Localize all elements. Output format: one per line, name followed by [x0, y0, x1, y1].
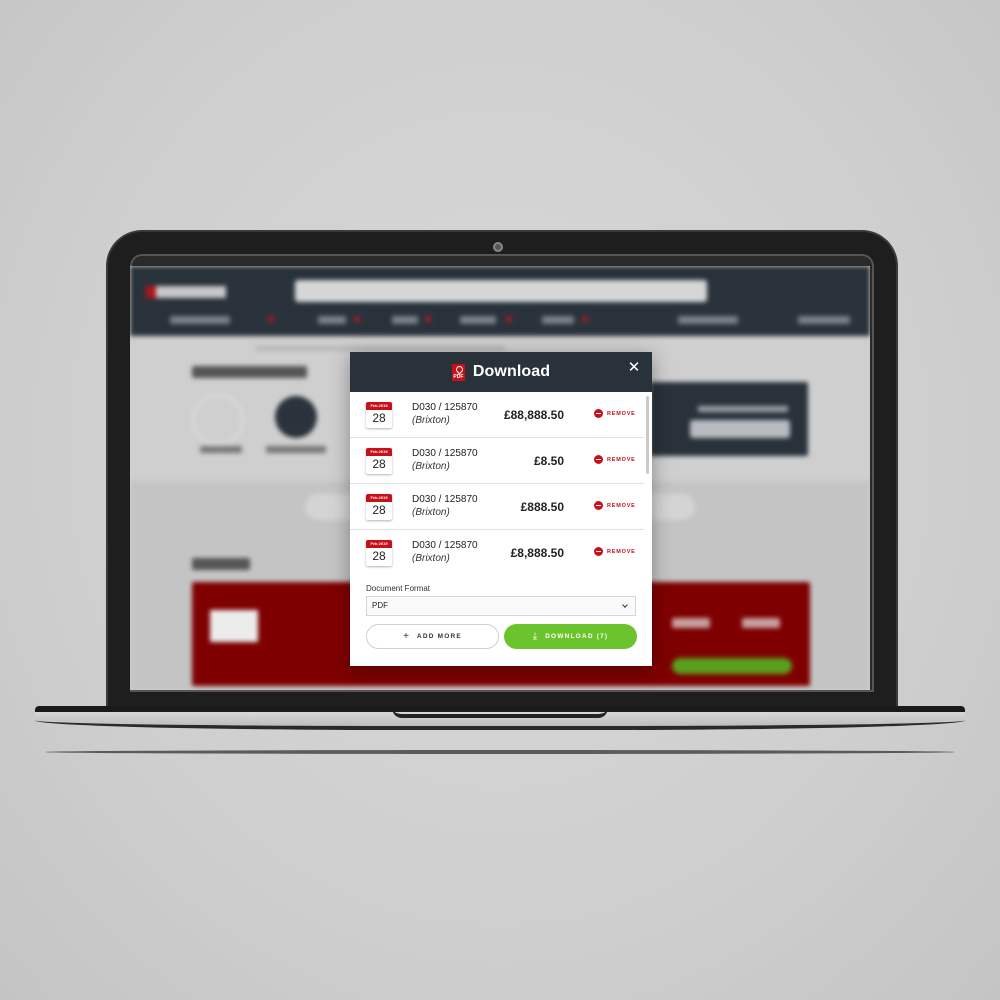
calendar-day: 28: [372, 457, 386, 471]
nav-chevron-icon: [582, 316, 588, 322]
overdue-value: [672, 618, 710, 628]
top-navigation-bar: [130, 266, 870, 336]
transactions-tab[interactable]: [275, 396, 317, 438]
laptop-shadow: [45, 750, 955, 754]
brand-logo: [146, 286, 226, 298]
minus-circle-icon: [594, 501, 603, 510]
document-list: Feb 2019 28 D030 / 125870 (Brixton) £88,…: [350, 392, 652, 572]
calendar-icon: Feb 2019 28: [366, 402, 392, 428]
document-amount: £88,888.50: [503, 408, 564, 422]
list-scrollbar[interactable]: [646, 396, 649, 474]
balance-label: [698, 406, 788, 412]
add-more-button[interactable]: + ADD MORE: [366, 624, 499, 649]
document-reference: D030 / 125870: [412, 540, 478, 551]
remaining-balance-card: [650, 382, 808, 456]
document-reference: D030 / 125870: [412, 402, 478, 413]
remove-button[interactable]: REMOVE: [594, 547, 636, 556]
calendar-month: Feb 2019: [366, 494, 392, 502]
calendar-day: 28: [372, 503, 386, 517]
calendar-icon: Feb 2019 28: [366, 494, 392, 520]
overview-tab[interactable]: [192, 394, 244, 446]
remove-button[interactable]: REMOVE: [594, 501, 636, 510]
nav-store[interactable]: [678, 316, 738, 324]
document-branch: (Brixton): [412, 415, 450, 426]
remove-label: REMOVE: [607, 456, 636, 463]
calendar-day: 28: [372, 411, 386, 425]
calendar-month: Feb 2019: [366, 448, 392, 456]
list-item: Feb 2019 28 D030 / 125870 (Brixton) £8.5…: [350, 438, 644, 484]
document-format-value: PDF: [372, 601, 388, 610]
nav-account[interactable]: [170, 316, 230, 324]
minus-circle-icon: [594, 455, 603, 464]
close-icon[interactable]: ✕: [626, 360, 642, 376]
nav-chevron-icon: [506, 316, 512, 322]
laptop-notch: [392, 708, 608, 718]
nav-chevron-icon: [268, 316, 274, 322]
camera-icon: [493, 242, 503, 252]
document-branch: (Brixton): [412, 507, 450, 518]
list-item: Feb 2019 28 D030 / 125870 (Brixton) £888…: [350, 484, 644, 530]
document-branch: (Brixton): [412, 461, 450, 472]
download-icon: ⤓: [532, 631, 538, 642]
remove-label: REMOVE: [607, 548, 636, 555]
pay-button[interactable]: [672, 658, 792, 674]
calendar-day: 28: [372, 549, 386, 563]
search-input[interactable]: [295, 280, 707, 302]
download-button[interactable]: ⤓ DOWNLOAD (7): [504, 624, 637, 649]
remove-label: REMOVE: [607, 502, 636, 509]
minus-circle-icon: [594, 547, 603, 556]
remove-button[interactable]: REMOVE: [594, 409, 636, 418]
nav-chevron-icon: [354, 316, 360, 322]
remove-label: REMOVE: [607, 410, 636, 417]
breadcrumb: [255, 346, 505, 351]
document-reference: D030 / 125870: [412, 494, 478, 505]
document-format-label: Document Format: [366, 584, 431, 593]
nav-basket[interactable]: [798, 316, 850, 324]
minus-circle-icon: [594, 409, 603, 418]
list-item: Feb 2019 28 D030 / 125870 (Brixton) £88,…: [350, 392, 644, 438]
calendar-icon: [210, 610, 258, 642]
tab-label: [200, 446, 242, 453]
document-reference: D030 / 125870: [412, 448, 478, 459]
add-more-label: ADD MORE: [416, 633, 462, 640]
nav-item[interactable]: [460, 316, 496, 324]
nav-item[interactable]: [318, 316, 346, 324]
plus-icon: +: [403, 631, 409, 642]
document-amount: £8,888.50: [510, 546, 564, 560]
nav-item[interactable]: [392, 316, 418, 324]
document-branch: (Brixton): [412, 553, 450, 564]
calendar-icon: Feb 2019 28: [366, 540, 392, 566]
modal-header: PDF Download ✕: [350, 352, 652, 392]
outstanding-value: [742, 618, 780, 628]
remove-button[interactable]: REMOVE: [594, 455, 636, 464]
nav-item[interactable]: [542, 316, 574, 324]
calendar-month: Feb 2019: [366, 540, 392, 548]
list-item: Feb 2019 28 D030 / 125870 (Brixton) £8,8…: [350, 530, 644, 572]
chevron-down-icon: [622, 602, 628, 608]
calendar-month: Feb 2019: [366, 402, 392, 410]
document-amount: £8.50: [533, 454, 564, 468]
download-modal: PDF Download ✕ Feb 2019 28 D030 / 125870…: [350, 352, 652, 666]
pdf-icon: PDF: [451, 363, 465, 381]
calendar-icon: Feb 2019 28: [366, 448, 392, 474]
nav-chevron-icon: [425, 316, 431, 322]
tab-label: [266, 446, 326, 453]
modal-title: Download: [472, 363, 551, 380]
document-amount: £888.50: [520, 500, 564, 514]
download-label: DOWNLOAD (7): [545, 633, 609, 640]
page-title: [192, 366, 307, 378]
overdue-title: [192, 558, 250, 570]
balance-value: [690, 420, 790, 438]
document-format-select[interactable]: PDF: [366, 596, 636, 616]
